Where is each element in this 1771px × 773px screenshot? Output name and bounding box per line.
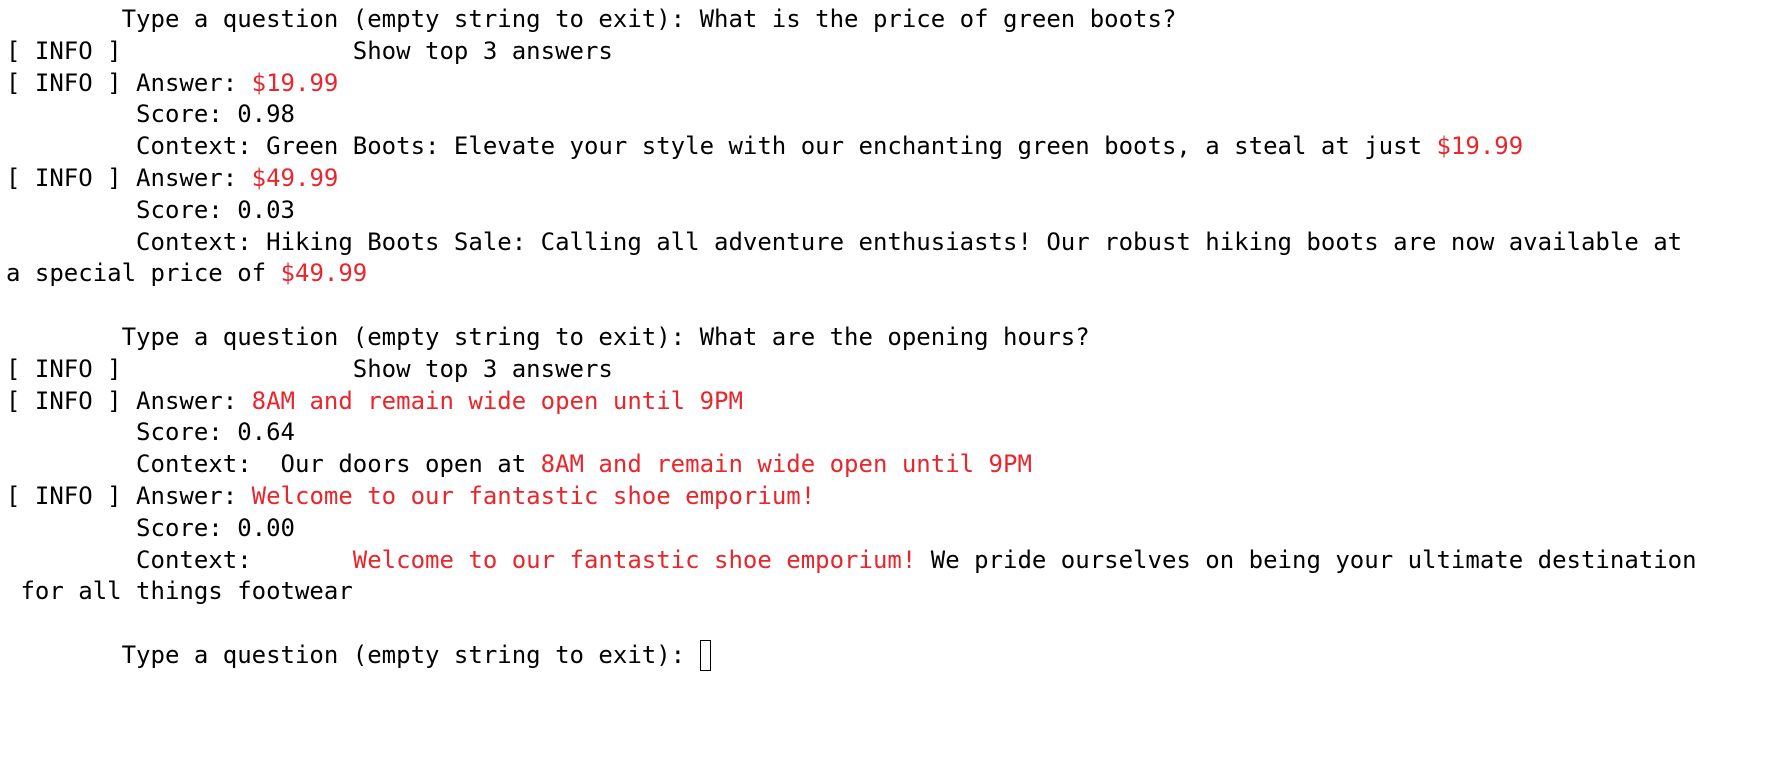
terminal-text: Context: Hiking Boots Sale: Calling all … — [6, 227, 1683, 256]
highlighted-answer-text: $19.99 — [251, 68, 339, 97]
terminal-line: [ INFO ] Show top 3 answers — [6, 354, 1766, 386]
terminal-text: [ INFO ] Answer: — [6, 481, 252, 510]
terminal-text: [ INFO ] Answer: — [6, 68, 252, 97]
terminal-line: Type a question (empty string to exit): … — [6, 322, 1766, 354]
terminal-text: [ INFO ] Answer: — [6, 163, 252, 192]
terminal-line: Score: 0.64 — [6, 417, 1766, 449]
terminal-text: Context: — [6, 545, 353, 574]
highlighted-answer-text: Welcome to our fantastic shoe emporium! — [352, 545, 917, 574]
highlighted-answer-text: $19.99 — [1436, 132, 1524, 161]
terminal-text: [ INFO ] Show top 3 answers — [6, 36, 613, 65]
highlighted-answer-text: $49.99 — [251, 163, 339, 192]
terminal-line: Context: Welcome to our fantastic shoe e… — [6, 545, 1766, 577]
terminal-line: Type a question (empty string to exit): — [6, 639, 1766, 672]
terminal-line: Context: Hiking Boots Sale: Calling all … — [6, 227, 1766, 259]
terminal-line: Context: Our doors open at 8AM and remai… — [6, 449, 1766, 481]
terminal-text: Score: 0.64 — [6, 418, 295, 447]
terminal-text: Score: 0.00 — [6, 513, 295, 542]
terminal-line: Score: 0.98 — [6, 99, 1766, 131]
terminal-line: Score: 0.00 — [6, 513, 1766, 545]
terminal-line: Score: 0.03 — [6, 195, 1766, 227]
terminal-text: [ INFO ] Answer: — [6, 386, 252, 415]
terminal-line: Context: Green Boots: Elevate your style… — [6, 131, 1766, 163]
terminal-text: Type a question (empty string to exit): … — [6, 5, 1177, 33]
terminal-text: Type a question (empty string to exit): … — [6, 322, 1090, 351]
terminal-line: for all things footwear — [6, 576, 1766, 608]
highlighted-answer-text: $49.99 — [280, 259, 368, 288]
terminal-text: Context: Our doors open at — [6, 450, 541, 479]
terminal-text: a special price of — [6, 259, 281, 288]
terminal-output[interactable]: Type a question (empty string to exit): … — [6, 4, 1766, 672]
highlighted-answer-text: 8AM and remain wide open until 9PM — [540, 450, 1032, 479]
terminal-line: Type a question (empty string to exit): … — [6, 4, 1766, 36]
terminal-text: We pride ourselves on being your ultimat… — [916, 545, 1697, 574]
terminal-line: [ INFO ] Answer: Welcome to our fantasti… — [6, 481, 1766, 513]
highlighted-answer-text: Welcome to our fantastic shoe emporium! — [251, 481, 816, 510]
terminal-line: [ INFO ] Answer: $19.99 — [6, 68, 1766, 100]
terminal-text: for all things footwear — [6, 577, 353, 606]
terminal-text: Context: Green Boots: Elevate your style… — [6, 132, 1437, 161]
terminal-line: [ INFO ] Answer: $49.99 — [6, 163, 1766, 195]
terminal-text: Score: 0.98 — [6, 100, 295, 129]
terminal-cursor[interactable] — [699, 639, 711, 671]
terminal-text: [ INFO ] Show top 3 answers — [6, 354, 613, 383]
terminal-text: Score: 0.03 — [6, 195, 295, 224]
terminal-line: [ INFO ] Show top 3 answers — [6, 36, 1766, 68]
highlighted-answer-text: 8AM and remain wide open until 9PM — [251, 386, 743, 415]
terminal-line: [ INFO ] Answer: 8AM and remain wide ope… — [6, 386, 1766, 418]
terminal-text: Type a question (empty string to exit): — [6, 640, 700, 669]
terminal-line: a special price of $49.99 — [6, 258, 1766, 290]
